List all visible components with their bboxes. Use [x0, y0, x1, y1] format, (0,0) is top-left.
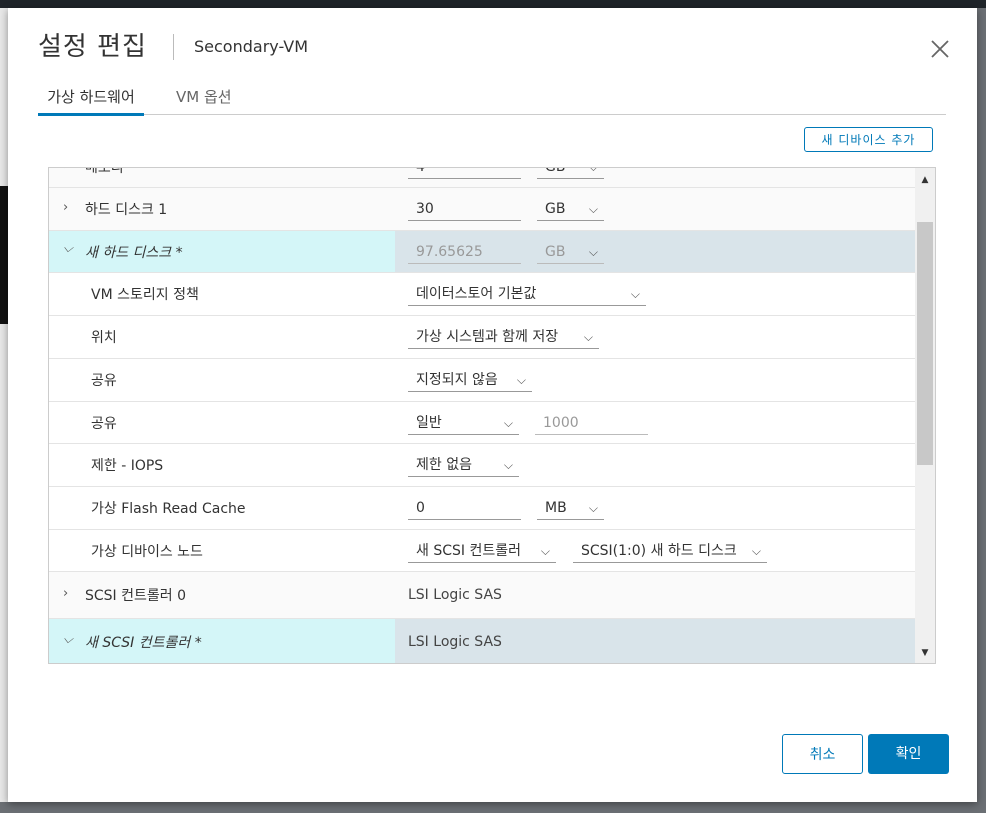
row-label: 새 SCSI 컨트롤러 *: [85, 635, 202, 651]
row-scsi-controller-0[interactable]: › SCSI 컨트롤러 0 LSI Logic SAS: [49, 572, 915, 619]
storage-policy-select[interactable]: 데이터스토어 기본값 ⌵: [408, 282, 646, 306]
row-virtual-device-node: 가상 디바이스 노드 새 SCSI 컨트롤러 ⌵ SCSI(1:0) 새 하드 디…: [49, 530, 915, 572]
tab-vm-options[interactable]: VM 옵션: [176, 86, 232, 113]
background-panel: [0, 186, 8, 324]
flash-cache-unit-select[interactable]: MB ⌵: [537, 496, 604, 520]
device-node-select[interactable]: SCSI(1:0) 새 하드 디스크 ⌵: [573, 539, 767, 563]
hard-disk-1-size-input[interactable]: 30: [408, 197, 521, 221]
chevron-down-icon: ⌵: [588, 244, 598, 259]
chevron-down-icon: ⌵: [630, 287, 640, 301]
chevron-right-icon[interactable]: ›: [63, 200, 68, 215]
scrollbar-thumb[interactable]: [917, 222, 933, 465]
scroll-down-icon[interactable]: ▼: [915, 645, 935, 661]
row-vm-storage-policy: VM 스토리지 정책 데이터스토어 기본값 ⌵: [49, 273, 915, 316]
row-label: 제한 - IOPS: [91, 458, 164, 474]
row-label-cell: ⌵ 새 SCSI 컨트롤러 *: [49, 619, 395, 663]
edit-settings-dialog: 설정 편집 Secondary-VM 가상 하드웨어 VM 옵션 새 디바이스 …: [8, 8, 977, 802]
vertical-scrollbar[interactable]: ▲ ▼: [915, 168, 935, 663]
dialog-subtitle: Secondary-VM: [194, 37, 309, 56]
row-label: VM 스토리지 정책: [91, 287, 199, 303]
row-label: 공유: [91, 415, 117, 432]
row-new-hard-disk[interactable]: ⌵ 새 하드 디스크 * 97.65625 GB ⌵: [49, 231, 915, 273]
hard-disk-1-unit-select[interactable]: GB ⌵: [537, 197, 604, 221]
scroll-up-icon[interactable]: ▲: [915, 172, 935, 188]
add-new-device-button[interactable]: 새 디바이스 추가: [804, 127, 933, 152]
title-divider: [173, 34, 174, 60]
location-select[interactable]: 가상 시스템과 함께 저장 ⌵: [408, 325, 599, 349]
dialog-title: 설정 편집: [38, 32, 147, 62]
ok-button[interactable]: 확인: [868, 734, 949, 774]
shares-number-input[interactable]: 1000: [535, 411, 648, 435]
row-label: 위치: [91, 330, 117, 346]
memory-size-input[interactable]: 4: [408, 168, 521, 179]
row-limit-iops: 제한 - IOPS 제한 없음 ⌵: [49, 444, 915, 487]
background-app-right: [977, 8, 986, 813]
hardware-grid: › 메모리 4 GB⌵ › 하드 디스크 1 30 GB⌵ ⌵ 새 하드 디스크…: [48, 167, 936, 664]
chevron-down-icon: ⌵: [589, 168, 598, 179]
new-hard-disk-unit-select[interactable]: GB ⌵: [537, 240, 604, 264]
memory-unit-select[interactable]: GB⌵: [537, 168, 604, 179]
chevron-down-icon: ⌵: [588, 501, 598, 515]
row-shares: 공유 일반 ⌵ 1000: [49, 402, 915, 444]
chevron-down-icon: ⌵: [583, 330, 593, 344]
chevron-down-icon: ⌵: [503, 458, 513, 472]
chevron-down-icon[interactable]: ⌵: [63, 632, 73, 647]
row-sharing: 공유 지정되지 않음 ⌵: [49, 359, 915, 402]
background-app-bar: [0, 0, 986, 8]
row-label: 가상 Flash Read Cache: [91, 501, 246, 517]
row-label-cell: ⌵ 새 하드 디스크 *: [49, 231, 395, 272]
cancel-button[interactable]: 취소: [782, 734, 863, 774]
chevron-down-icon[interactable]: ⌵: [63, 241, 73, 256]
limit-iops-select[interactable]: 제한 없음 ⌵: [408, 453, 519, 477]
background-app-left: [0, 8, 8, 813]
row-location: 위치 가상 시스템과 함께 저장 ⌵: [49, 316, 915, 359]
scsi-controller-0-type: LSI Logic SAS: [408, 587, 502, 603]
chevron-right-icon[interactable]: ›: [63, 168, 68, 173]
row-label: 하드 디스크 1: [85, 202, 168, 218]
sharing-select[interactable]: 지정되지 않음 ⌵: [408, 368, 532, 392]
row-memory[interactable]: › 메모리 4 GB⌵: [49, 167, 915, 188]
row-label: 메모리: [85, 167, 124, 176]
row-new-scsi-controller[interactable]: ⌵ 새 SCSI 컨트롤러 * LSI Logic SAS: [49, 619, 915, 663]
chevron-down-icon: ⌵: [516, 373, 526, 387]
row-flash-read-cache: 가상 Flash Read Cache 0 MB ⌵: [49, 487, 915, 530]
row-label: 새 하드 디스크 *: [85, 244, 183, 261]
background-app-bottom: [0, 802, 986, 813]
new-hard-disk-size-input[interactable]: 97.65625: [408, 240, 521, 264]
tab-virtual-hardware[interactable]: 가상 하드웨어: [38, 86, 144, 116]
new-scsi-controller-type: LSI Logic SAS: [408, 634, 502, 650]
chevron-right-icon[interactable]: ›: [63, 586, 68, 601]
chevron-down-icon: ⌵: [588, 202, 598, 216]
row-label: SCSI 컨트롤러 0: [85, 588, 187, 604]
device-node-controller-select[interactable]: 새 SCSI 컨트롤러 ⌵: [408, 539, 556, 563]
tab-bar: 가상 하드웨어 VM 옵션: [38, 86, 946, 116]
row-label: 공유: [91, 373, 117, 389]
chevron-down-icon: ⌵: [503, 415, 513, 430]
shares-select[interactable]: 일반 ⌵: [408, 411, 519, 435]
close-icon[interactable]: [929, 38, 951, 60]
flash-cache-input[interactable]: 0: [408, 496, 521, 520]
row-hard-disk-1[interactable]: › 하드 디스크 1 30 GB ⌵: [49, 188, 915, 231]
row-label: 가상 디바이스 노드: [91, 543, 203, 560]
chevron-down-icon: ⌵: [540, 543, 550, 558]
chevron-down-icon: ⌵: [751, 543, 761, 558]
